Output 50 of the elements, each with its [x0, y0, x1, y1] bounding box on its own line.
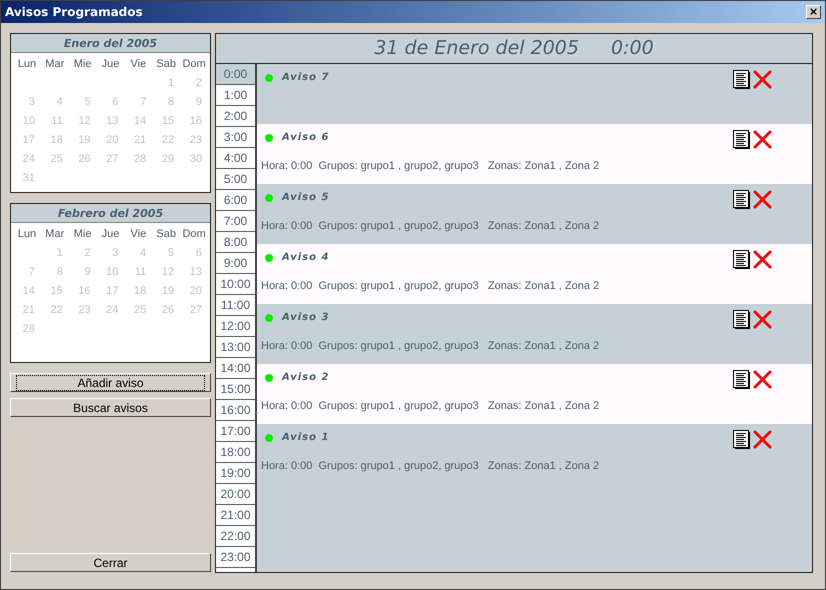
notice-details: Hora: 0:00 Grupos: grupo1 , grupo2, grupo3 Zonas: Zona1 , Zona 2: [261, 339, 600, 354]
document-icon[interactable]: [733, 370, 750, 389]
notice-title: Aviso 2: [282, 371, 330, 385]
weekday-label: Mie: [72, 227, 92, 242]
delete-icon[interactable]: [753, 370, 772, 389]
weekday-label: Mie: [72, 57, 92, 72]
weekday-label: Jue: [100, 57, 120, 72]
notice-title: Aviso 5: [282, 191, 330, 205]
day-date: 31 de Enero del 2005: [374, 36, 579, 62]
document-icon[interactable]: [733, 70, 750, 89]
weekday-label: Dom: [181, 57, 207, 72]
close-button[interactable]: ×: [806, 5, 821, 19]
delete-icon[interactable]: [753, 250, 772, 269]
notice-title: Aviso 7: [282, 71, 330, 85]
hour-slot[interactable]: 0:00: [216, 64, 255, 85]
weekday-label: Sab: [155, 227, 177, 242]
day-time: 0:00: [610, 36, 654, 62]
weekday-label: Lun: [16, 227, 38, 242]
notice-entry[interactable]: Aviso 2 Hora: 0:00 Grupos: grupo1 , grupo2, grupo3 Zonas: Zona1 , Zona 2: [257, 364, 812, 424]
weekday-label: Vie: [130, 57, 148, 72]
document-icon[interactable]: [733, 190, 750, 209]
weekday-label: Dom: [181, 227, 207, 242]
weekday-label: Vie: [130, 227, 148, 242]
weekday-label: Mar: [44, 227, 66, 242]
month-title: Febrero del 2005: [11, 204, 210, 223]
notice-title: Aviso 3: [282, 311, 330, 325]
weekday-label: Sab: [155, 57, 177, 72]
window-title: Avisos Programados: [5, 4, 143, 21]
document-icon[interactable]: [733, 430, 750, 449]
document-icon[interactable]: [733, 130, 750, 149]
notice-details: Hora: 0:00 Grupos: grupo1 , grupo2, grupo3 Zonas: Zona1 , Zona 2: [261, 279, 600, 294]
document-icon[interactable]: [733, 310, 750, 329]
weekday-label: Jue: [100, 227, 120, 242]
notice-details: Hora: 0:00 Grupos: grupo1 , grupo2, grupo3 Zonas: Zona1 , Zona 2: [261, 159, 600, 174]
notice-title: Aviso 6: [282, 131, 330, 145]
notice-details: Hora: 0:00 Grupos: grupo1 , grupo2, grupo3 Zonas: Zona1 , Zona 2: [261, 459, 600, 474]
month-title: Enero del 2005: [11, 34, 210, 53]
close-dialog-button[interactable]: Cerrar: [10, 553, 211, 572]
notice-entry[interactable]: Aviso 6 Hora: 0:00 Grupos: grupo1 , grupo2, grupo3 Zonas: Zona1 , Zona 2: [257, 124, 812, 184]
notice-details: Hora: 0:00 Grupos: grupo1 , grupo2, grupo3 Zonas: Zona1 , Zona 2: [261, 399, 600, 414]
delete-icon[interactable]: [753, 130, 772, 149]
notice-details: Hora: 0:00 Grupos: grupo1 , grupo2, grupo3 Zonas: Zona1 , Zona 2: [261, 219, 600, 234]
notice-entry[interactable]: Aviso 4 Hora: 0:00 Grupos: grupo1 , grupo2, grupo3 Zonas: Zona1 , Zona 2: [257, 244, 812, 304]
action-button[interactable]: Buscar avisos: [10, 398, 211, 417]
document-icon[interactable]: [733, 250, 750, 269]
notice-title: Aviso 4: [282, 251, 330, 265]
weekday-label: Mar: [44, 57, 66, 72]
action-button[interactable]: Añadir aviso: [10, 373, 211, 392]
notice-title: Aviso 1: [282, 431, 330, 445]
weekday-label: Lun: [16, 57, 38, 72]
